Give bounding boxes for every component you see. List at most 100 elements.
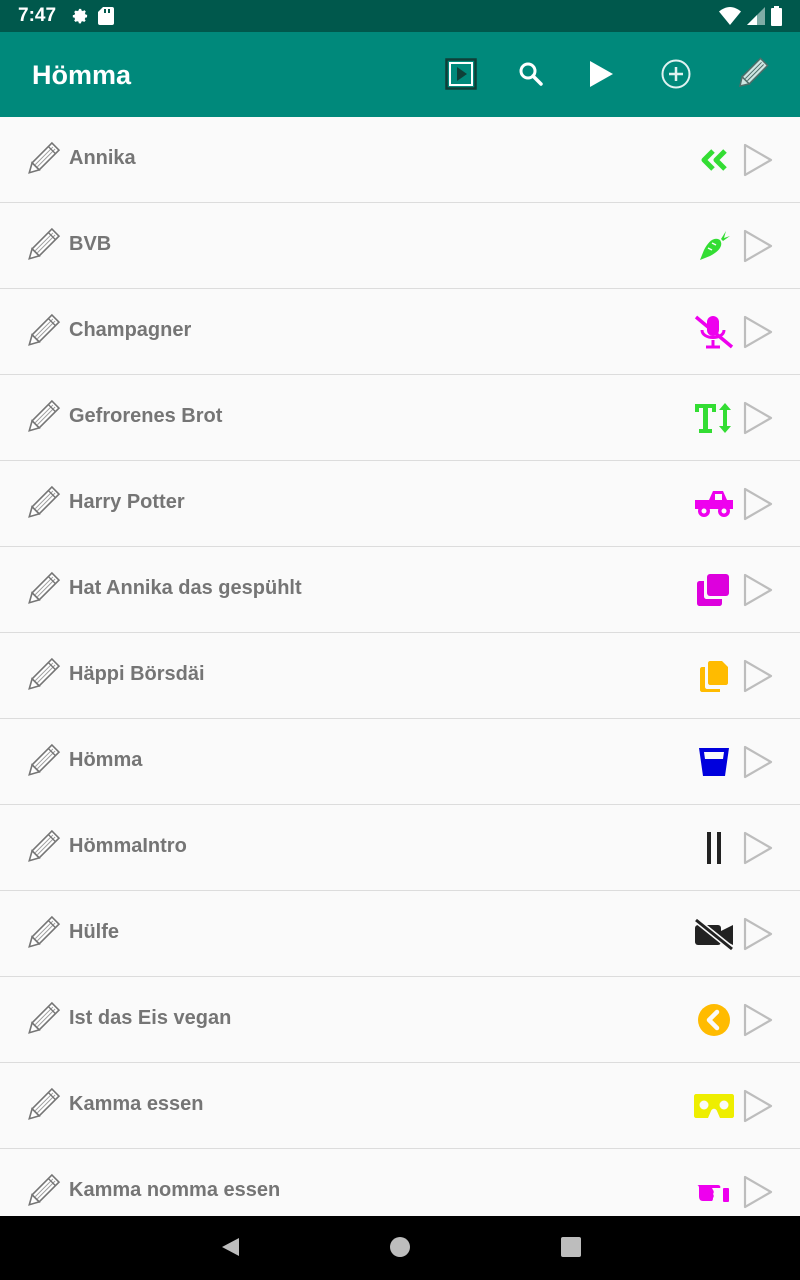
play-outline-icon [742, 831, 774, 869]
edit-button[interactable] [22, 828, 62, 868]
list-item[interactable]: BVB [0, 203, 800, 289]
play-outline-icon [742, 315, 774, 353]
play-button[interactable] [742, 229, 774, 263]
play-button[interactable] [742, 401, 774, 435]
edit-button[interactable] [22, 914, 62, 954]
play-button[interactable] [742, 659, 774, 693]
sound-list: Annika BVB Champagner Gefrorenes Brot Ha… [0, 117, 800, 1216]
back-icon [219, 1236, 241, 1263]
back-button[interactable] [217, 1236, 243, 1262]
item-label: BVB [69, 233, 112, 255]
play-button[interactable] [742, 143, 774, 177]
play-outline-icon [742, 1003, 774, 1041]
edit-button[interactable] [22, 656, 62, 696]
slideshow-icon [445, 57, 477, 95]
search-button[interactable] [509, 54, 553, 98]
edit-button[interactable] [22, 570, 62, 610]
pencil-icon [22, 571, 62, 614]
item-label: Hat Annika das gespühlt [69, 577, 302, 599]
list-item[interactable]: Harry Potter [0, 461, 800, 547]
play-outline-icon [742, 745, 774, 783]
play-button[interactable] [742, 487, 774, 521]
pencil-icon [22, 399, 62, 442]
item-label: Ist das Eis vegan [69, 1007, 232, 1029]
play-button[interactable] [742, 745, 774, 779]
edit-button[interactable] [22, 1000, 62, 1040]
list-item[interactable]: Annika [0, 117, 800, 203]
double-chevron-left-icon [692, 141, 736, 179]
add-button[interactable] [654, 54, 698, 98]
list-item[interactable]: HömmaIntro [0, 805, 800, 891]
edit-button[interactable] [22, 140, 62, 180]
list-item[interactable]: Hat Annika das gespühlt [0, 547, 800, 633]
pencil-icon [733, 55, 771, 98]
list-item[interactable]: Kamma essen [0, 1063, 800, 1149]
home-icon [389, 1236, 411, 1263]
carrot-icon [692, 227, 736, 265]
edit-button[interactable] [22, 484, 62, 524]
play-button[interactable] [742, 1175, 774, 1209]
play-outline-icon [742, 1175, 774, 1213]
vr-cardboard-icon [692, 1087, 736, 1125]
play-button[interactable] [742, 315, 774, 349]
play-outline-icon [742, 659, 774, 697]
home-button[interactable] [387, 1236, 413, 1262]
play-outline-icon [742, 487, 774, 525]
wifi-icon [719, 7, 741, 30]
list-item[interactable]: Gefrorenes Brot [0, 375, 800, 461]
edit-button[interactable] [22, 226, 62, 266]
play-outline-icon [742, 401, 774, 439]
recents-icon [560, 1236, 582, 1263]
edit-button[interactable] [22, 742, 62, 782]
pencil-icon [22, 743, 62, 786]
list-item[interactable]: Ist das Eis vegan [0, 977, 800, 1063]
list-item[interactable]: Champagner [0, 289, 800, 375]
play-button[interactable] [742, 1089, 774, 1123]
play-outline-icon [742, 1089, 774, 1127]
play-button[interactable] [742, 573, 774, 607]
pencil-icon [22, 227, 62, 270]
hand-point-right-icon [692, 1173, 736, 1211]
item-label: Champagner [69, 319, 192, 341]
play-outline-icon [742, 229, 774, 267]
app-bar: Hömma [0, 32, 800, 117]
edit-button[interactable] [22, 312, 62, 352]
video-off-icon [692, 915, 736, 953]
list-item[interactable]: Hülfe [0, 891, 800, 977]
list-item[interactable]: Hömma [0, 719, 800, 805]
mic-off-icon [692, 313, 736, 351]
play-all-button[interactable] [579, 54, 623, 98]
battery-icon [771, 6, 782, 31]
play-outline-icon [742, 917, 774, 955]
item-label: Hülfe [69, 921, 119, 943]
edit-mode-button[interactable] [730, 54, 774, 98]
pencil-icon [22, 657, 62, 700]
edit-button[interactable] [22, 1086, 62, 1126]
item-label: Annika [69, 147, 136, 169]
item-label: Häppi Börsdäi [69, 663, 205, 685]
gear-icon [70, 6, 90, 31]
play-button[interactable] [742, 917, 774, 951]
list-item[interactable]: Häppi Börsdäi [0, 633, 800, 719]
play-icon [588, 60, 614, 93]
edit-button[interactable] [22, 1172, 62, 1212]
play-button[interactable] [742, 1003, 774, 1037]
status-bar: 7:47 [0, 0, 800, 32]
play-button[interactable] [742, 831, 774, 865]
pencil-icon [22, 141, 62, 184]
list-item[interactable]: Kamma nomma essen [0, 1149, 800, 1216]
signal-icon [747, 7, 765, 30]
item-label: Kamma nomma essen [69, 1179, 281, 1201]
pencil-icon [22, 1173, 62, 1216]
item-label: HömmaIntro [69, 835, 187, 857]
edit-button[interactable] [22, 398, 62, 438]
navigation-bar [0, 1216, 800, 1280]
pencil-icon [22, 1087, 62, 1130]
pencil-icon [22, 485, 62, 528]
slideshow-button[interactable] [439, 54, 483, 98]
pencil-icon [22, 313, 62, 356]
recents-button[interactable] [558, 1236, 584, 1262]
item-label: Gefrorenes Brot [69, 405, 223, 427]
add-circle-icon [660, 58, 692, 95]
truck-pickup-icon [692, 485, 736, 523]
